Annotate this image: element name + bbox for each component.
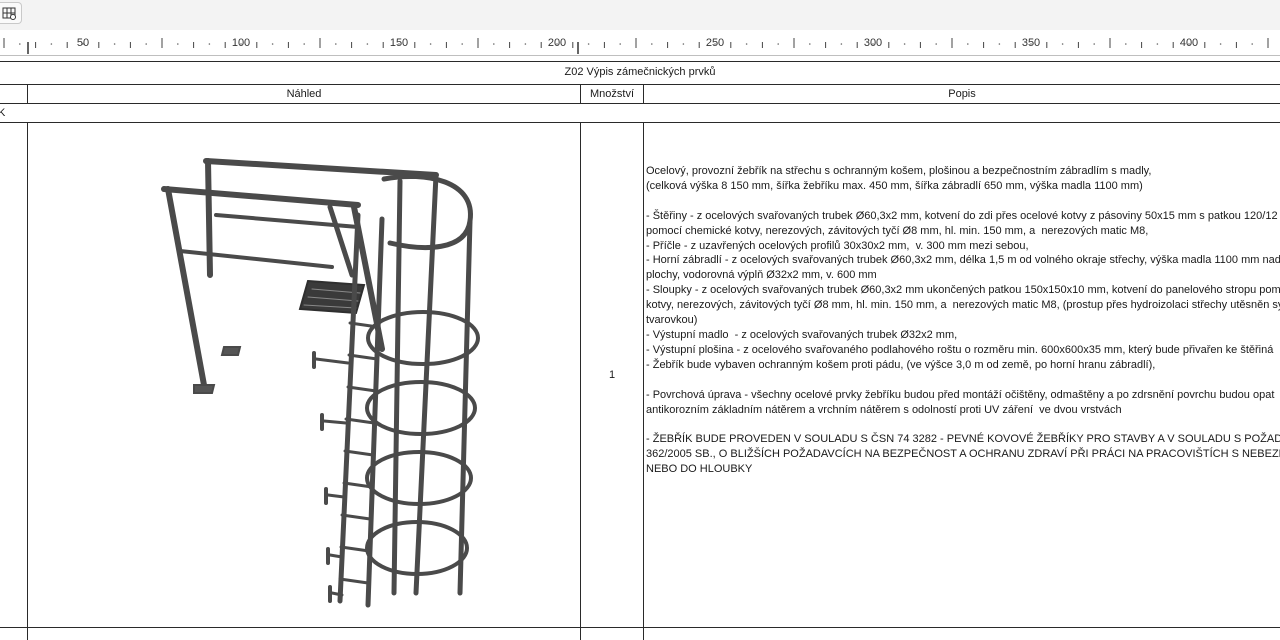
description-line: - ŽEBŘÍK BUDE PROVEDEN V SOULADU S ČSN 7… — [646, 433, 1280, 446]
ruler-dot — [619, 43, 621, 45]
description-line: Ocelový, provozní žebřík na střechu s oc… — [646, 165, 1152, 177]
ruler-dot — [19, 43, 21, 45]
ruler-dot — [50, 43, 53, 45]
column-header-description[interactable]: Popis — [644, 88, 1280, 102]
description-line: - Povrchová úprava - všechny ocelové prv… — [646, 388, 1275, 401]
description-line: - Příčle - z uzavřených ocelových profil… — [646, 239, 1029, 252]
description-line: pomocí chemické kotvy, nerezových, závit… — [646, 224, 1149, 237]
description-line: antikorozním základním nátěrem a vrchním… — [646, 403, 1122, 416]
description-line: (celková výška 8 150 mm, šířka žebříku m… — [646, 179, 1143, 192]
ruler-label: 50 — [76, 37, 90, 49]
ruler-dot — [998, 43, 1001, 45]
ruler-dot — [1219, 43, 1222, 45]
column-header-quantity[interactable]: Množství — [581, 88, 643, 102]
ruler-dot — [967, 43, 969, 45]
description-line — [646, 417, 1280, 432]
description-line: tvarovkou) — [646, 314, 698, 327]
description-line: - Horní zábradlí - z ocelových svařovaný… — [646, 254, 1280, 267]
ladder-with-cage-drawing — [161, 158, 480, 608]
ruler-dot — [935, 43, 937, 45]
ruler-dot — [335, 43, 337, 45]
ruler-dot — [1125, 43, 1127, 45]
ruler-label: 200 — [547, 37, 567, 49]
toolbar — [0, 0, 1280, 30]
ruler-dot — [208, 43, 211, 45]
ruler-label: 100 — [231, 37, 251, 49]
ruler-dot — [682, 43, 685, 45]
group-row-marker: K — [0, 107, 6, 119]
ruler-dot — [809, 43, 811, 45]
horizontal-ruler: 50 100 150 200 250 300 350 400 — [0, 30, 1280, 56]
ruler-dot — [145, 43, 147, 45]
ruler-dot — [651, 43, 653, 45]
ruler-dot — [366, 43, 369, 45]
ruler-label: 400 — [1179, 37, 1199, 49]
table-row-quantity[interactable]: 1 — [581, 369, 643, 383]
description-line: - Výstupní madlo - z ocelových svařovaný… — [646, 328, 958, 341]
ruler-label: 350 — [1021, 37, 1041, 49]
ruler-dot — [1251, 43, 1253, 45]
ruler-dot — [271, 43, 274, 45]
description-line: kotvy, nerezových, závitových tyčí Ø8 mm… — [646, 299, 1280, 312]
ruler-dot — [461, 43, 464, 45]
grid-tool-icon — [2, 7, 16, 20]
ruler-dot — [113, 43, 116, 45]
description-line: - Žebřík bude vybaven ochranným košem pr… — [646, 358, 1156, 371]
ruler-dot — [840, 43, 843, 45]
description-line: - Sloupky - z ocelových svařovaných trub… — [646, 284, 1280, 297]
table-title: Z02 Výpis zámečnických prvků — [564, 66, 716, 78]
table-row-description[interactable]: Ocelový, provozní žebřík na střechu s oc… — [646, 164, 1280, 477]
ruler-dot — [177, 43, 179, 45]
description-line: - Štěřiny - z ocelových svařovaných trub… — [646, 209, 1278, 222]
description-line: - Výstupní plošina - z ocelového svařova… — [646, 343, 1274, 356]
ruler-dot — [524, 43, 527, 45]
ruler-dot — [429, 43, 432, 45]
ruler-dot — [777, 43, 779, 45]
ruler-dot — [1061, 43, 1064, 45]
table-row-preview-cell[interactable] — [28, 123, 578, 627]
ruler-dot — [493, 43, 495, 45]
description-line: plochy, vodorovná výplň Ø32x2 mm, v. 600… — [646, 269, 877, 282]
ruler-label: 300 — [863, 37, 883, 49]
ruler-dot — [903, 43, 906, 45]
ruler-dot — [1156, 43, 1159, 45]
ruler-dot — [745, 43, 748, 45]
description-line: 362/2005 SB., O BLIŽŠÍCH POŽADAVCÍCH NA … — [646, 448, 1280, 461]
description-line — [646, 194, 1280, 209]
grid-tool-button[interactable] — [0, 2, 22, 24]
description-line: NEBO DO HLOUBKY — [646, 463, 753, 476]
ruler-dot — [1093, 43, 1095, 45]
ruler-label: 250 — [705, 37, 725, 49]
ruler-ticks — [3, 38, 1269, 54]
ruler-label: 150 — [389, 37, 409, 49]
ruler-dot — [587, 43, 590, 45]
ruler-dot — [303, 43, 306, 45]
description-line — [646, 373, 1280, 388]
column-header-preview[interactable]: Náhled — [28, 88, 580, 102]
